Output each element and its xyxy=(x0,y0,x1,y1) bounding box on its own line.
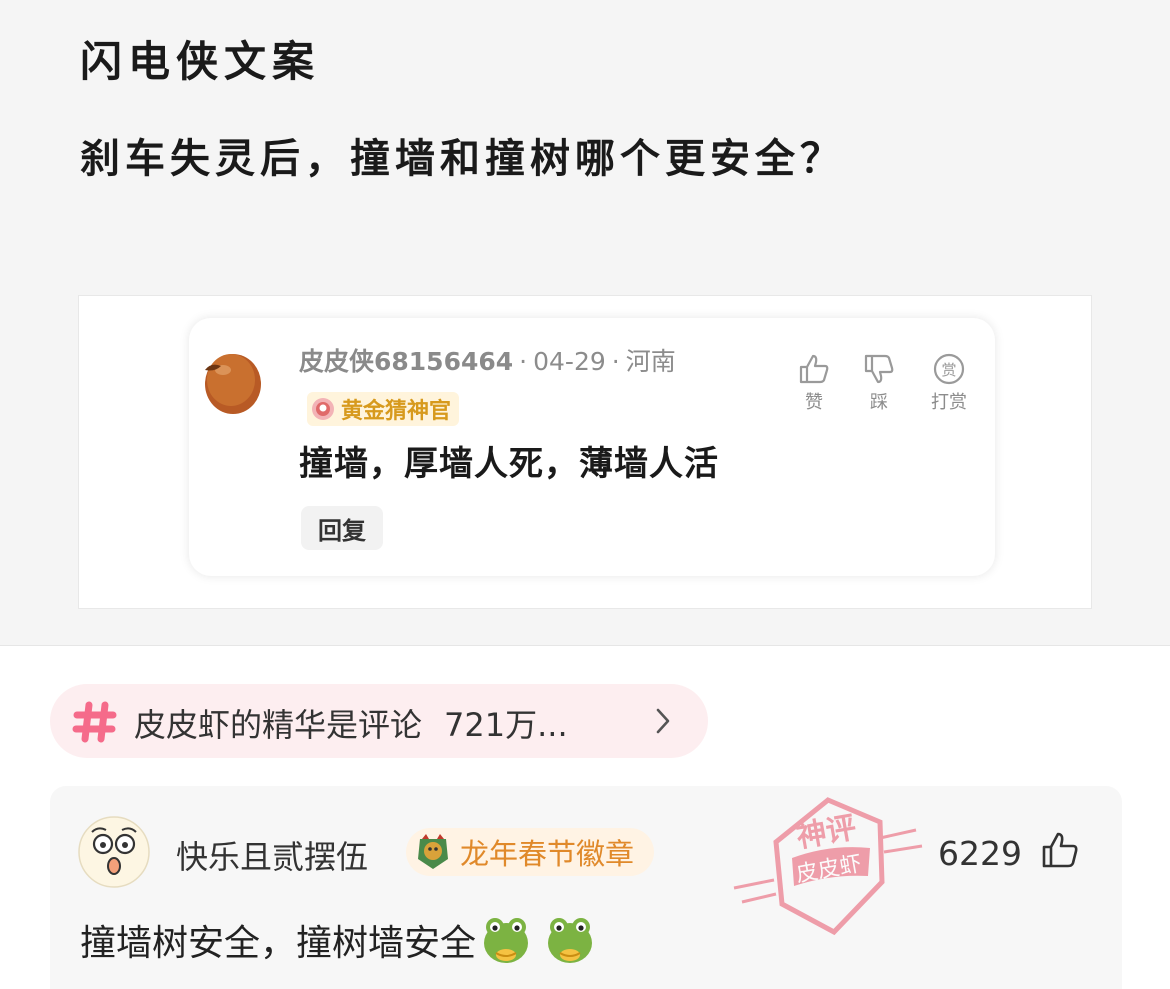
frog-emoji xyxy=(484,918,529,963)
comment-text: 撞墙，厚墙人死，薄墙人活 xyxy=(299,444,719,484)
thumbs-up-icon[interactable] xyxy=(1040,830,1080,870)
svg-text:赏: 赏 xyxy=(941,361,956,379)
tip-icon: 赏 xyxy=(933,353,965,385)
badge-label: 黄金猜神官 xyxy=(341,399,452,424)
comment-location: 河南 xyxy=(625,347,676,376)
festival-badge: 龙年春节徽章 xyxy=(406,828,655,876)
like-count: 6229 xyxy=(938,834,1022,873)
dragon-badge-icon xyxy=(418,834,448,869)
topic-label: 皮皮虾的精华是评论 721万... xyxy=(134,700,568,746)
comment-text-row: 撞墙树安全，撞树墙安全 xyxy=(80,914,594,966)
comment-username[interactable]: 快乐且贰摆伍 xyxy=(176,832,368,878)
chevron-right-icon[interactable] xyxy=(652,706,674,736)
user-badge: 黄金猜神官 xyxy=(307,392,460,426)
post-title: 刹车失灵后，撞墙和撞树哪个更安全？ xyxy=(80,135,845,182)
quoted-comment-panel: 皮皮侠68156464 · 04-29 · 河南 黄金猜神官 撞墙，厚墙人死，薄墙人活 … xyxy=(78,295,1092,609)
god-comment-stamp: 神评 皮皮虾 xyxy=(733,797,923,936)
thumbs-up-icon xyxy=(799,354,829,384)
comment-date: 04-29 xyxy=(533,347,606,376)
like-button[interactable]: 赞 xyxy=(784,352,844,414)
topic-link[interactable]: 皮皮虾的精华是评论 721万... xyxy=(50,684,708,758)
topic-name: 皮皮虾的精华是评论 xyxy=(134,706,423,744)
like-label: 赞 xyxy=(805,392,823,413)
dislike-button[interactable]: 踩 xyxy=(849,352,909,414)
hashtag-icon xyxy=(72,701,117,743)
badge-label: 龙年春节徽章 xyxy=(460,837,635,871)
dislike-label: 踩 xyxy=(870,392,888,413)
medal-icon xyxy=(312,398,334,420)
tip-button[interactable]: 赏 打赏 xyxy=(919,352,979,414)
reply-button[interactable]: 回复 xyxy=(301,506,383,550)
user-avatar[interactable] xyxy=(78,816,150,888)
post-card: 闪电侠文案 刹车失灵后，撞墙和撞树哪个更安全？ 皮皮侠68156464 · 04-2… xyxy=(0,0,1170,646)
frog-emoji xyxy=(548,918,593,963)
tip-label: 打赏 xyxy=(931,392,967,413)
comment-meta: 皮皮侠68156464 · 04-29 · 河南 xyxy=(299,347,676,376)
thumbs-down-icon xyxy=(864,354,894,384)
comment-text: 撞墙树安全，撞树墙安全 xyxy=(80,923,477,964)
topic-count: 721万... xyxy=(444,706,568,744)
egg-avatar[interactable] xyxy=(201,348,265,416)
quoted-comment: 皮皮侠68156464 · 04-29 · 河南 黄金猜神官 撞墙，厚墙人死，薄墙人活 … xyxy=(189,318,995,576)
comment-username[interactable]: 皮皮侠68156464 xyxy=(299,347,513,376)
hot-comment: 快乐且贰摆伍 龙年春节徽章 神评 皮皮虾 6229 撞墙树安全，撞树墙安全 xyxy=(50,786,1122,989)
post-author: 闪电侠文案 xyxy=(80,37,321,86)
